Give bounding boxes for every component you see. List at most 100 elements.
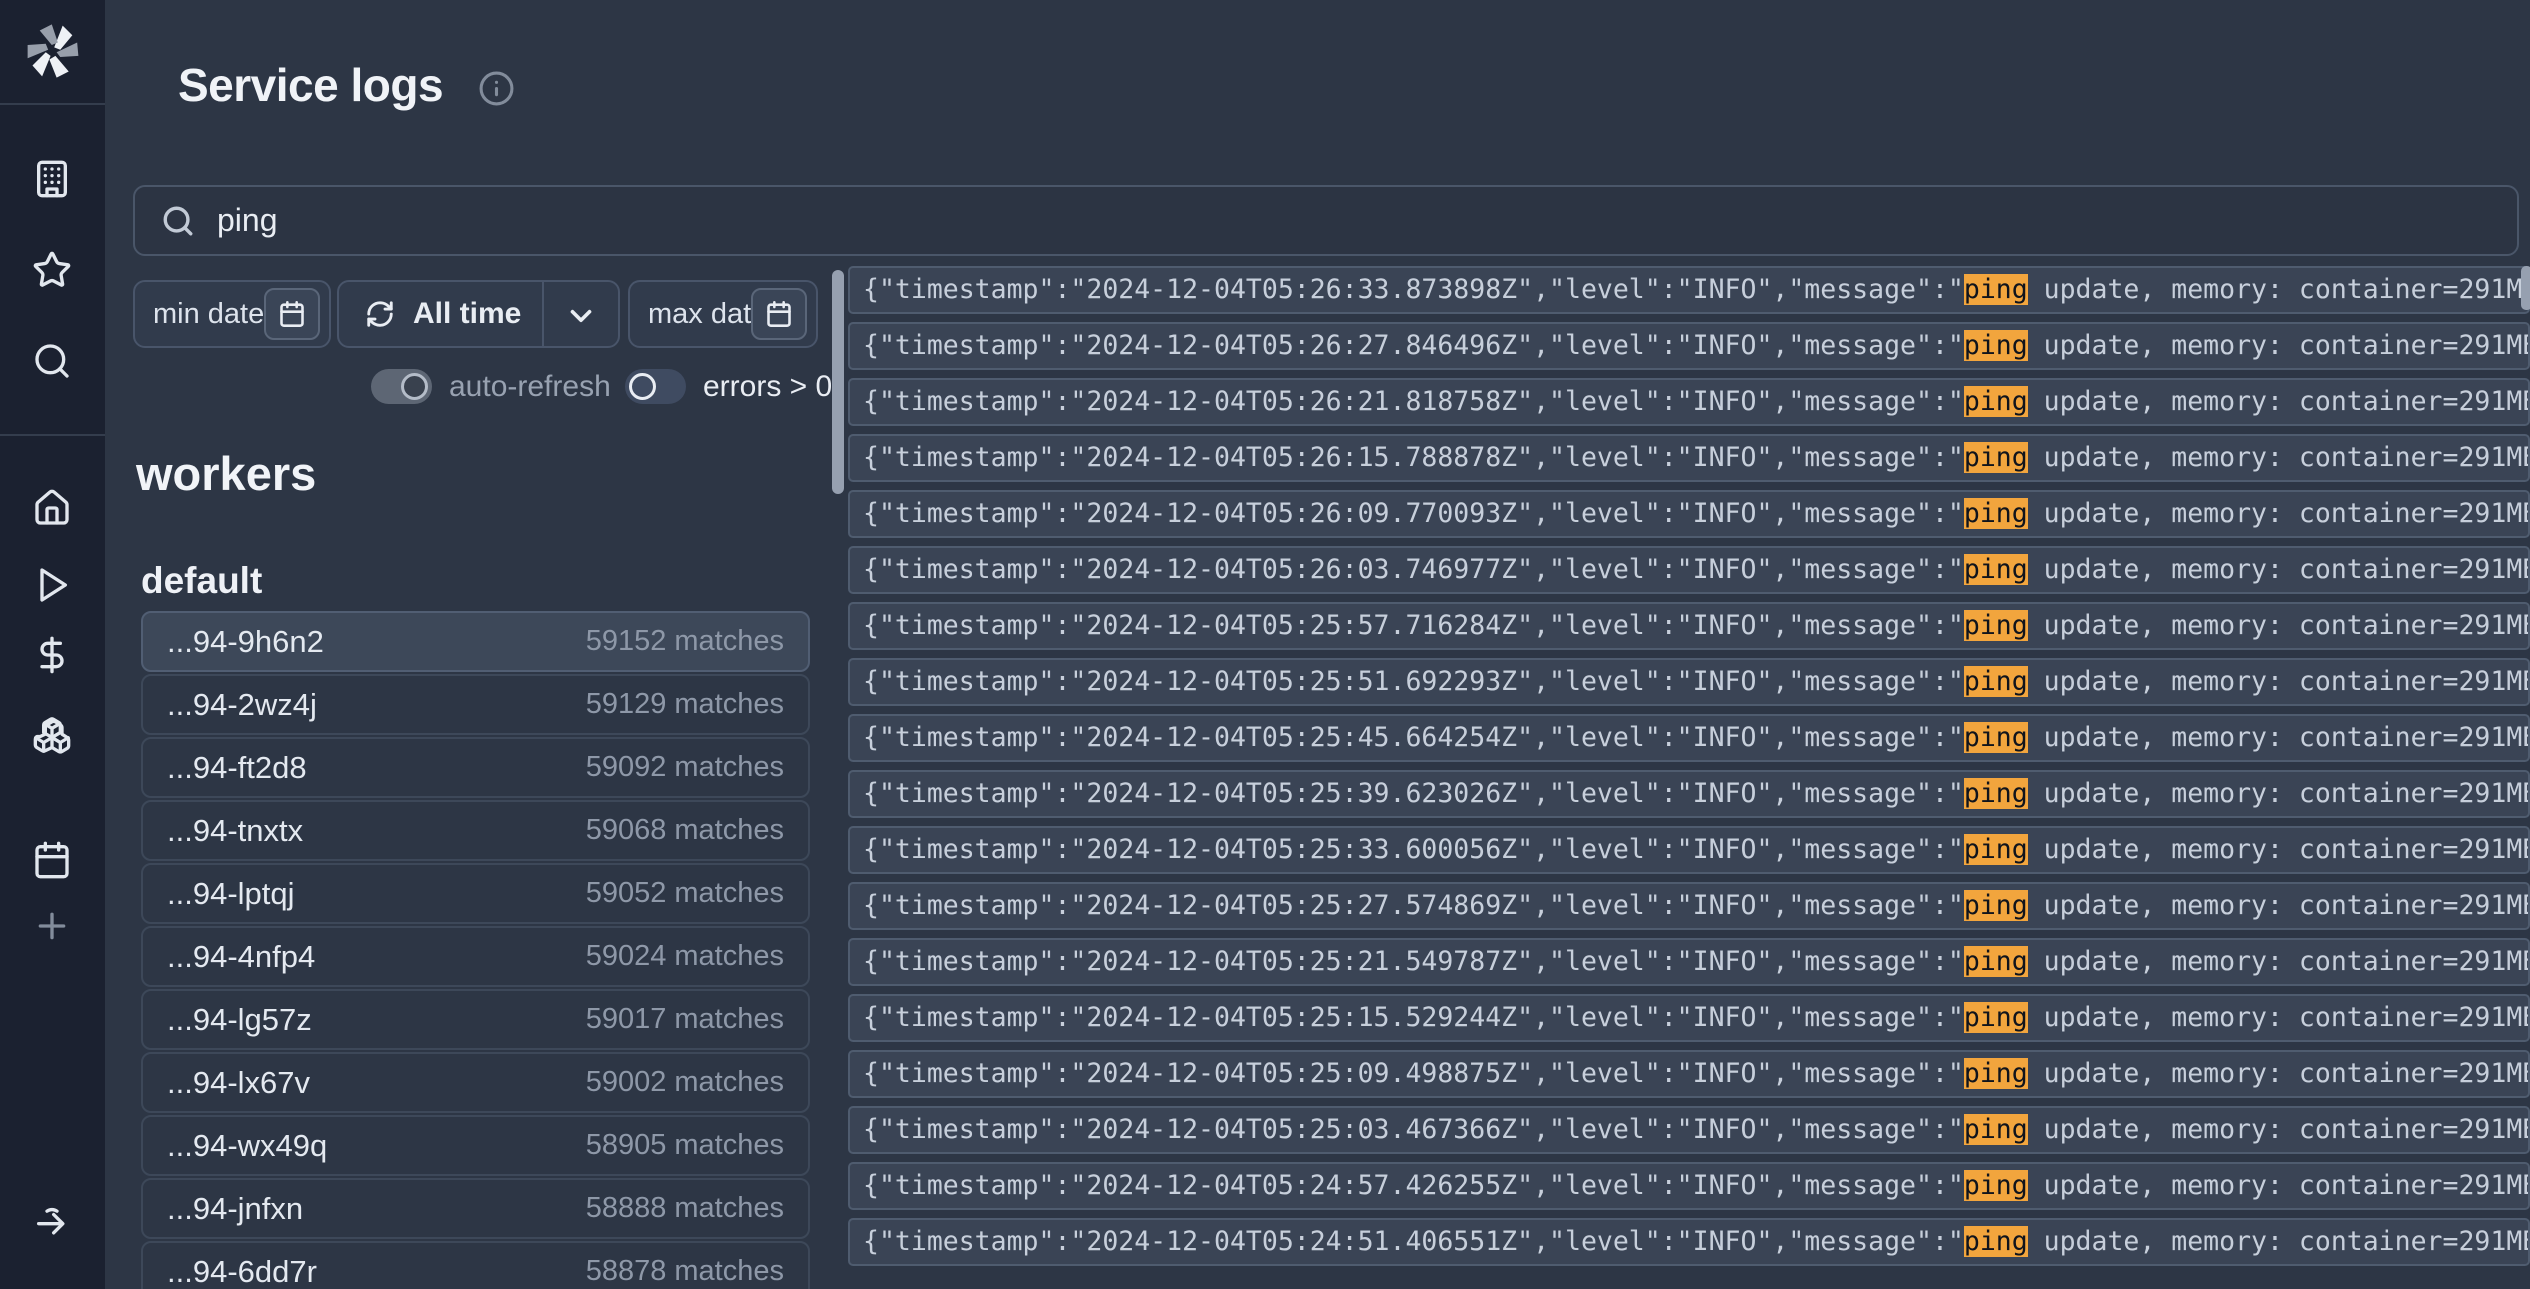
log-line[interactable]: {"timestamp":"2024-12-04T05:25:33.600056… bbox=[848, 826, 2530, 874]
worker-list-item[interactable]: ...94-jnfxn 58888 matches bbox=[141, 1178, 810, 1239]
log-line[interactable]: {"timestamp":"2024-12-04T05:25:39.623026… bbox=[848, 770, 2530, 818]
log-text-before-match: {"timestamp":"2024-12-04T05:24:57.426255… bbox=[863, 1170, 1964, 1201]
log-line[interactable]: {"timestamp":"2024-12-04T05:25:09.498875… bbox=[848, 1050, 2530, 1098]
log-text-after-match: update, memory: container=291MB bbox=[2028, 610, 2530, 641]
log-text-before-match: {"timestamp":"2024-12-04T05:25:57.716284… bbox=[863, 610, 1964, 641]
log-line-list: {"timestamp":"2024-12-04T05:26:33.873898… bbox=[848, 266, 2530, 1289]
log-text-before-match: {"timestamp":"2024-12-04T05:25:03.467366… bbox=[863, 1114, 1964, 1145]
worker-name: ...94-6dd7r bbox=[167, 1254, 317, 1289]
min-date-placeholder: min date bbox=[153, 298, 264, 331]
log-text-before-match: {"timestamp":"2024-12-04T05:26:33.873898… bbox=[863, 274, 1964, 305]
chevron-down-icon[interactable] bbox=[564, 299, 598, 333]
auto-refresh-toggle-knob bbox=[401, 373, 428, 400]
home-icon[interactable] bbox=[32, 488, 72, 528]
page-title: Service logs bbox=[178, 58, 443, 112]
log-text-before-match: {"timestamp":"2024-12-04T05:24:51.406551… bbox=[863, 1226, 1964, 1257]
log-text-after-match: update, memory: container=291MB bbox=[2028, 890, 2530, 921]
log-text-after-match: update, memory: container=291MB bbox=[2028, 1226, 2530, 1257]
max-date-field[interactable]: max date bbox=[628, 280, 818, 348]
log-text-after-match: update, memory: container=291MB bbox=[2028, 554, 2530, 585]
worker-list-item[interactable]: ...94-2wz4j 59129 matches bbox=[141, 674, 810, 735]
log-line[interactable]: {"timestamp":"2024-12-04T05:25:51.692293… bbox=[848, 658, 2530, 706]
log-text-after-match: update, memory: container=291MB bbox=[2028, 722, 2530, 753]
log-line[interactable]: {"timestamp":"2024-12-04T05:25:45.664254… bbox=[848, 714, 2530, 762]
favorites-star-icon[interactable] bbox=[32, 250, 72, 290]
worker-name: ...94-lg57z bbox=[167, 1002, 312, 1038]
log-line[interactable]: {"timestamp":"2024-12-04T05:25:21.549787… bbox=[848, 938, 2530, 986]
log-text-after-match: update, memory: container=291MB bbox=[2028, 442, 2530, 473]
log-text-after-match: update, memory: container=291MB bbox=[2028, 946, 2530, 977]
auto-refresh-label: auto-refresh bbox=[449, 370, 611, 404]
log-text-after-match: update, memory: container=291MB bbox=[2028, 834, 2530, 865]
search-nav-icon[interactable] bbox=[32, 341, 72, 381]
worker-match-count: 59092 matches bbox=[586, 751, 784, 784]
log-match-highlight: ping bbox=[1964, 890, 2028, 921]
add-plus-icon[interactable] bbox=[32, 906, 72, 946]
time-range-button[interactable]: All time bbox=[337, 280, 620, 348]
left-panel-scrollbar-thumb[interactable] bbox=[832, 270, 844, 494]
log-line[interactable]: {"timestamp":"2024-12-04T05:24:51.406551… bbox=[848, 1218, 2530, 1266]
time-range-label: All time bbox=[413, 297, 521, 331]
log-text-after-match: update, memory: container=291MB bbox=[2028, 274, 2530, 305]
log-line[interactable]: {"timestamp":"2024-12-04T05:25:03.467366… bbox=[848, 1106, 2530, 1154]
worker-match-count: 58878 matches bbox=[586, 1255, 784, 1288]
log-match-highlight: ping bbox=[1964, 1226, 2028, 1257]
log-line[interactable]: {"timestamp":"2024-12-04T05:24:57.426255… bbox=[848, 1162, 2530, 1210]
log-match-highlight: ping bbox=[1964, 498, 2028, 529]
worker-match-count: 59024 matches bbox=[586, 940, 784, 973]
worker-list-item[interactable]: ...94-wx49q 58905 matches bbox=[141, 1115, 810, 1176]
log-match-highlight: ping bbox=[1964, 1002, 2028, 1033]
log-line[interactable]: {"timestamp":"2024-12-04T05:26:33.873898… bbox=[848, 266, 2530, 314]
search-value: ping bbox=[217, 202, 278, 239]
min-date-field[interactable]: min date bbox=[133, 280, 331, 348]
schedules-calendar-icon[interactable] bbox=[32, 840, 72, 880]
log-text-after-match: update, memory: container=291MB bbox=[2028, 498, 2530, 529]
log-line[interactable]: {"timestamp":"2024-12-04T05:25:27.574869… bbox=[848, 882, 2530, 930]
workspace-buildings-icon[interactable] bbox=[32, 159, 72, 199]
worker-match-count: 58905 matches bbox=[586, 1129, 784, 1162]
log-text-before-match: {"timestamp":"2024-12-04T05:26:03.746977… bbox=[863, 554, 1964, 585]
log-match-highlight: ping bbox=[1964, 946, 2028, 977]
worker-match-count: 59002 matches bbox=[586, 1066, 784, 1099]
log-text-after-match: update, memory: container=291MB bbox=[2028, 1114, 2530, 1145]
errors-toggle[interactable] bbox=[625, 369, 686, 404]
worker-list-item[interactable]: ...94-lx67v 59002 matches bbox=[141, 1052, 810, 1113]
worker-list-item[interactable]: ...94-4nfp4 59024 matches bbox=[141, 926, 810, 987]
log-match-highlight: ping bbox=[1964, 610, 2028, 641]
log-line[interactable]: {"timestamp":"2024-12-04T05:25:57.716284… bbox=[848, 602, 2530, 650]
worker-list-item[interactable]: ...94-tnxtx 59068 matches bbox=[141, 800, 810, 861]
expand-sidebar-arrow-icon[interactable] bbox=[32, 1202, 72, 1242]
worker-name: ...94-ft2d8 bbox=[167, 750, 307, 786]
windmill-logo[interactable] bbox=[24, 22, 82, 80]
min-date-calendar-button[interactable] bbox=[264, 288, 320, 340]
auto-refresh-toggle[interactable] bbox=[371, 369, 432, 404]
resources-boxes-icon[interactable] bbox=[32, 715, 72, 755]
runs-play-icon[interactable] bbox=[32, 565, 72, 605]
worker-match-count: 59152 matches bbox=[586, 625, 784, 658]
log-text-before-match: {"timestamp":"2024-12-04T05:25:27.574869… bbox=[863, 890, 1964, 921]
log-line[interactable]: {"timestamp":"2024-12-04T05:26:27.846496… bbox=[848, 322, 2530, 370]
worker-name: ...94-jnfxn bbox=[167, 1191, 303, 1227]
log-line[interactable]: {"timestamp":"2024-12-04T05:26:21.818758… bbox=[848, 378, 2530, 426]
info-icon[interactable] bbox=[478, 70, 515, 107]
log-search-input[interactable]: ping bbox=[133, 185, 2519, 256]
worker-list-item[interactable]: ...94-lg57z 59017 matches bbox=[141, 989, 810, 1050]
max-date-calendar-button[interactable] bbox=[751, 288, 807, 340]
variables-dollar-icon[interactable] bbox=[32, 635, 72, 675]
workers-heading: workers bbox=[136, 446, 316, 501]
worker-list: ...94-9h6n2 59152 matches ...94-2wz4j 59… bbox=[141, 611, 810, 1289]
worker-name: ...94-tnxtx bbox=[167, 813, 303, 849]
worker-list-item[interactable]: ...94-lptqj 59052 matches bbox=[141, 863, 810, 924]
log-line[interactable]: {"timestamp":"2024-12-04T05:25:15.529244… bbox=[848, 994, 2530, 1042]
log-text-before-match: {"timestamp":"2024-12-04T05:25:15.529244… bbox=[863, 1002, 1964, 1033]
log-line[interactable]: {"timestamp":"2024-12-04T05:26:09.770093… bbox=[848, 490, 2530, 538]
worker-list-item[interactable]: ...94-6dd7r 58878 matches bbox=[141, 1241, 810, 1289]
log-line[interactable]: {"timestamp":"2024-12-04T05:26:03.746977… bbox=[848, 546, 2530, 594]
log-text-after-match: update, memory: container=291MB bbox=[2028, 778, 2530, 809]
log-line[interactable]: {"timestamp":"2024-12-04T05:26:15.788878… bbox=[848, 434, 2530, 482]
worker-name: ...94-lptqj bbox=[167, 876, 295, 912]
worker-name: ...94-lx67v bbox=[167, 1065, 310, 1101]
worker-list-item[interactable]: ...94-9h6n2 59152 matches bbox=[141, 611, 810, 672]
worker-list-item[interactable]: ...94-ft2d8 59092 matches bbox=[141, 737, 810, 798]
log-panel-scrollbar-thumb[interactable] bbox=[2521, 266, 2530, 310]
